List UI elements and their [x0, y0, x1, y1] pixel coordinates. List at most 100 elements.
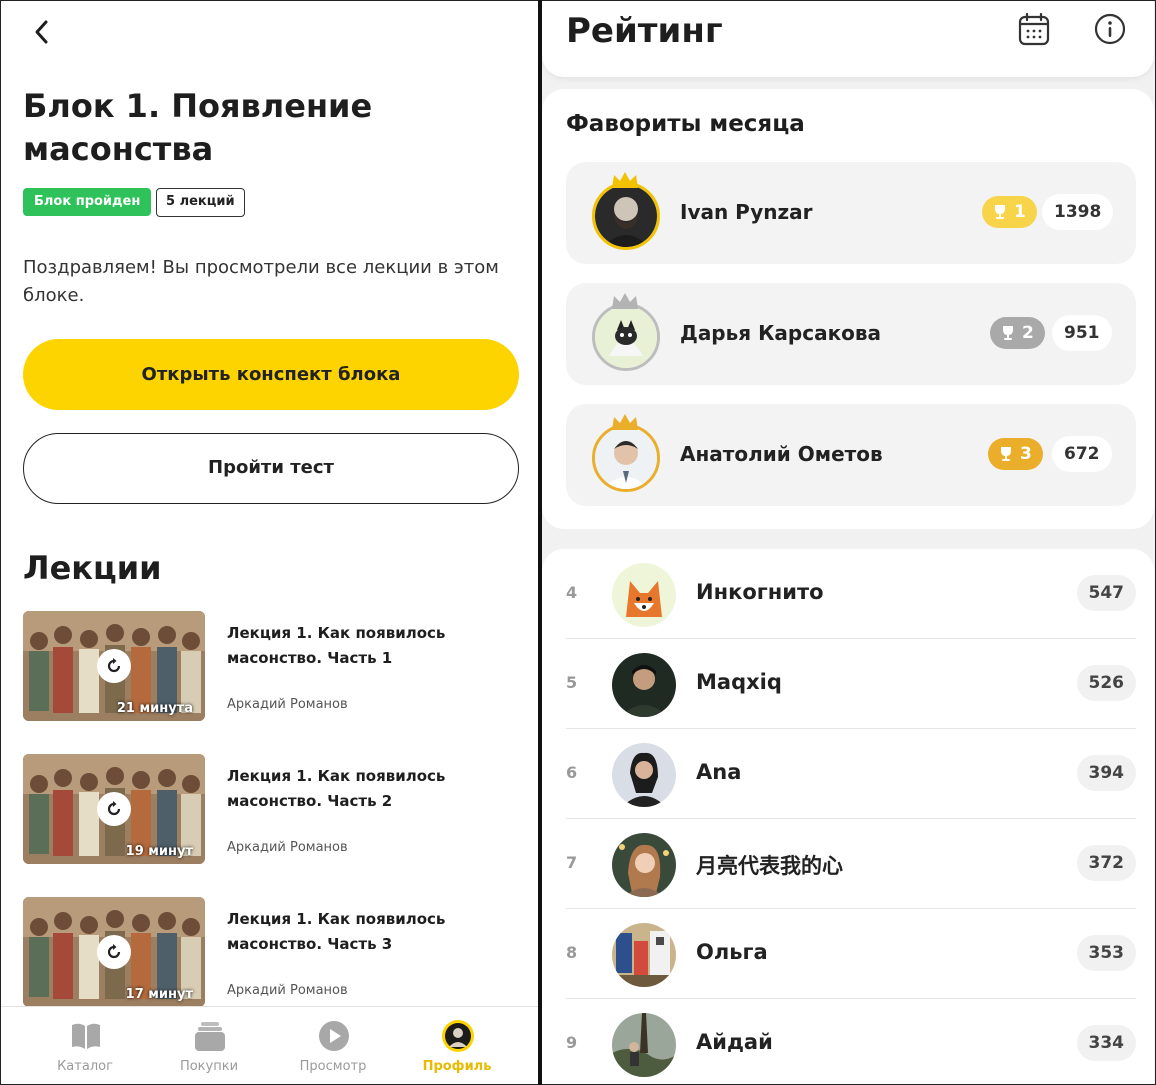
avatar [592, 303, 660, 371]
lecture-author: Аркадий Романов [227, 840, 348, 855]
back-arrow-icon[interactable] [27, 17, 57, 47]
lecture-duration: 17 минут [125, 987, 193, 1002]
favorite-card[interactable]: Ivan Pynzar 1 1398 [566, 162, 1136, 264]
lecture-item[interactable]: 19 минут Лекция 1. Как появилось масонст… [23, 754, 523, 864]
avatar [612, 923, 676, 987]
trophy-icon [1001, 447, 1011, 461]
lecture-title[interactable]: Лекция 1. Как появилось масонство. Часть… [227, 621, 507, 671]
profile-avatar-icon [442, 1020, 474, 1052]
book-icon [72, 1023, 100, 1049]
replay-icon[interactable] [97, 649, 131, 683]
replay-icon[interactable] [97, 792, 131, 826]
take-test-button[interactable]: Пройти тест [23, 433, 519, 504]
user-name: Ольга [696, 940, 768, 964]
crown-icon [612, 172, 638, 188]
lecture-thumbnail[interactable]: 21 минута [23, 611, 205, 721]
avatar [612, 653, 676, 717]
avatar [612, 833, 676, 897]
lesson-block-screen: Блок 1. Появление масонства Блок пройден… [0, 0, 538, 1085]
score-badge: 353 [1076, 935, 1136, 971]
rank-number: 4 [566, 583, 578, 602]
list-item[interactable]: 6 Ana 394 [566, 729, 1136, 819]
rank-number: 6 [566, 763, 578, 782]
crown-icon [612, 414, 638, 430]
tab-label: Профиль [422, 1059, 492, 1074]
rank-number: 8 [566, 943, 578, 962]
favorite-card[interactable]: Дарья Карсакова 2 951 [566, 283, 1136, 385]
score-badge: 526 [1076, 665, 1136, 701]
tab-label: Каталог [57, 1059, 113, 1074]
place-number: 1 [1014, 202, 1026, 222]
list-item[interactable]: 5 Maqxiq 526 [566, 639, 1136, 729]
open-summary-button[interactable]: Открыть конспект блока [23, 339, 519, 410]
score-badge: 372 [1076, 845, 1136, 881]
trophy-icon [1003, 326, 1013, 340]
user-name: 月亮代表我的心 [696, 854, 843, 878]
favorites-section: Фавориты месяца Ivan Pynzar 1 1398 Дарья… [542, 89, 1154, 529]
lecture-title[interactable]: Лекция 1. Как появилось масонство. Часть… [227, 764, 507, 814]
place-number: 3 [1020, 444, 1032, 464]
score-badge: 547 [1076, 575, 1136, 611]
rank-number: 9 [566, 1033, 578, 1052]
favorite-card[interactable]: Анатолий Ометов 3 672 [566, 404, 1136, 506]
list-item[interactable]: 7 月亮代表我的心 372 [566, 819, 1136, 909]
lectures-heading: Лекции [23, 549, 162, 587]
info-icon[interactable] [1094, 13, 1126, 45]
favorite-name: Анатолий Ометов [680, 442, 883, 466]
favorite-name: Ivan Pynzar [680, 200, 813, 224]
user-name: Инкогнито [696, 580, 824, 604]
lecture-duration: 19 минут [125, 844, 193, 859]
rating-screen: Рейтинг Фавориты месяца Ivan Pynzar 1 13… [542, 0, 1156, 1085]
user-name: Maqxiq [696, 670, 782, 694]
lecture-thumbnail[interactable]: 17 минут [23, 897, 205, 1007]
list-item[interactable]: 9 Айдай 334 [566, 999, 1136, 1084]
place-badge: 2 [990, 317, 1045, 349]
list-item[interactable]: 8 Ольга 353 [566, 909, 1136, 999]
calendar-icon[interactable] [1018, 12, 1050, 46]
favorites-heading: Фавориты месяца [566, 111, 805, 137]
score-badge: 951 [1052, 315, 1112, 351]
tab-catalog[interactable]: Каталог [23, 1007, 147, 1084]
avatar [612, 1013, 676, 1077]
page-title: Рейтинг [566, 11, 723, 51]
tab-purchases[interactable]: Покупки [147, 1007, 271, 1084]
avatar [612, 563, 676, 627]
lecture-author: Аркадий Романов [227, 697, 348, 712]
crown-icon [612, 293, 638, 309]
avatar [612, 743, 676, 807]
block-title: Блок 1. Появление масонства [23, 87, 373, 168]
lecture-item[interactable]: 21 минута Лекция 1. Как появилось масонс… [23, 611, 523, 721]
tab-profile[interactable]: Профиль [395, 1007, 519, 1084]
avatar [592, 182, 660, 250]
lecture-duration: 21 минута [116, 701, 193, 716]
tab-label: Покупки [179, 1059, 239, 1074]
congrats-text: Поздравляем! Вы просмотрели все лекции в… [23, 257, 499, 306]
tab-watch[interactable]: Просмотр [271, 1007, 395, 1084]
play-icon [319, 1021, 349, 1051]
bottom-tab-bar: Каталог Покупки Просмотр Профиль [1, 1006, 538, 1084]
lecture-item[interactable]: 17 минут Лекция 1. Как появилось масонст… [23, 897, 523, 1007]
score-badge: 334 [1076, 1025, 1136, 1061]
place-badge: 1 [982, 196, 1037, 228]
favorite-name: Дарья Карсакова [680, 321, 882, 345]
score-badge: 1398 [1042, 194, 1114, 230]
rank-number: 5 [566, 673, 578, 692]
score-badge: 672 [1052, 436, 1112, 472]
place-badge: 3 [988, 438, 1043, 470]
user-name: Ana [696, 760, 742, 784]
rating-header: Рейтинг [542, 1, 1154, 77]
lecture-count-badge: 5 лекций [156, 188, 245, 217]
replay-icon[interactable] [97, 935, 131, 969]
lecture-thumbnail[interactable]: 19 минут [23, 754, 205, 864]
lecture-title[interactable]: Лекция 1. Как появилось масонство. Часть… [227, 907, 507, 957]
user-name: Айдай [696, 1030, 773, 1054]
place-number: 2 [1022, 323, 1034, 343]
trophy-icon [995, 205, 1005, 219]
list-item[interactable]: 4 Инкогнито 547 [566, 549, 1136, 639]
stack-icon [195, 1022, 225, 1051]
rating-list: 4 Инкогнито 547 5 Maqxiq 526 6 Ana 394 7 [542, 549, 1154, 1084]
rank-number: 7 [566, 853, 578, 872]
score-badge: 394 [1076, 755, 1136, 791]
avatar [592, 424, 660, 492]
lecture-author: Аркадий Романов [227, 983, 348, 998]
